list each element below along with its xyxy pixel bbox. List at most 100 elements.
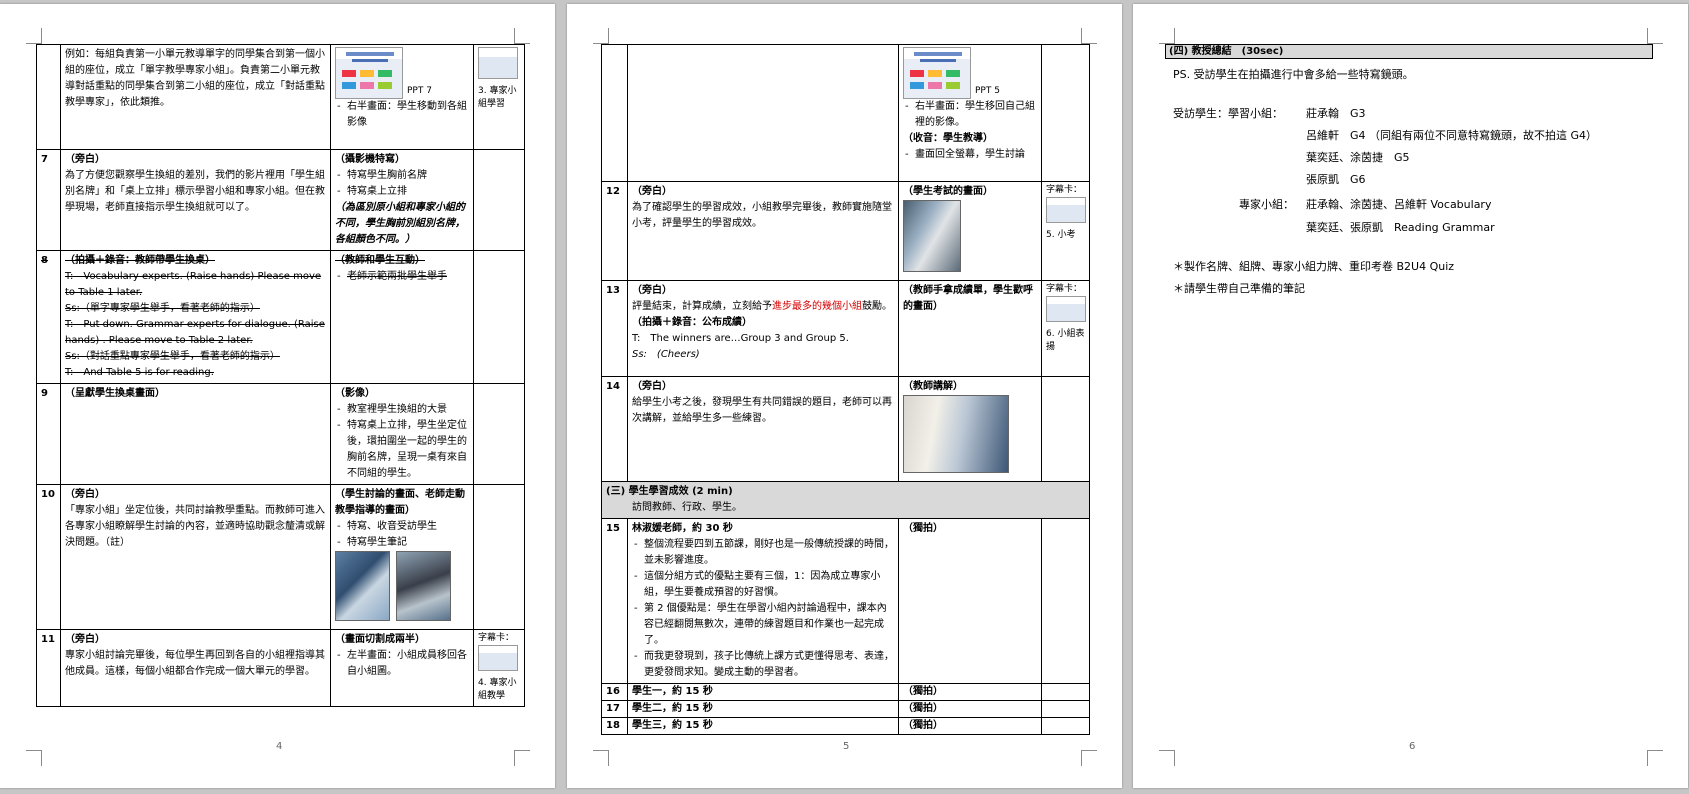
narration-text: 「專家小組」坐定位後，共同討論教學重點。而教師可進入各專家小組瞭解學生討論的內容… <box>65 505 325 548</box>
table-row: 15 林淑媛老師，約 30 秒 整個流程要四到五節課，剛好也是一般傳統授課的時間… <box>601 518 1090 684</box>
row-number <box>601 44 628 182</box>
row-number: 8 <box>36 250 61 384</box>
table-row: 16 學生一，約 15 秒 （獨拍） <box>601 683 1090 701</box>
table-row: 13 （旁白） 評量結束，計算成績，立刻給予進步最多的幾個小組鼓勵。 （拍攝＋錄… <box>601 280 1090 377</box>
table-row: 12 （旁白） 為了確認學生的學習成效，小組教學完畢後，教師實施隨堂小考，評量學… <box>601 181 1090 281</box>
side-cell <box>1041 518 1090 684</box>
side-cell: 字幕卡： 5. 小考 <box>1041 181 1090 281</box>
side-caption: 6. 小組表揚 <box>1046 329 1085 352</box>
media-item: 教室裡學生換組的大景 <box>337 402 469 418</box>
page-6: (四) 教授總結 (30sec) PS. 受訪學生在拍攝進行中會多給一些特寫鏡頭… <box>1133 4 1688 788</box>
teacher-photo <box>903 395 1009 473</box>
media-heading: （教師講解） <box>903 381 963 392</box>
narration-cell: （旁白） 為了方便您觀察學生換組的差別，我們的影片裡用「學生組別名牌」和「桌上立… <box>60 149 331 251</box>
media-heading: （收音：學生教導） <box>903 133 993 144</box>
caption-card-thumbnail <box>1046 296 1086 322</box>
dialogue-line: T: The winners are…Group 3 and Group 5. <box>632 333 849 344</box>
crop-mark <box>1159 28 1175 44</box>
media-heading: （獨拍） <box>903 523 943 534</box>
media-item: 畫面回全螢幕，學生討論 <box>905 147 1037 163</box>
narration-text: 專家小組討論完畢後，每位學生再回到各自的小組裡指導其他成員。這樣，每個小組都合作… <box>65 650 325 677</box>
interview-point: 第 2 個優點是：學生在學習小組內討論過程中，課本內容已經翻閱無數次，連帶的練習… <box>634 601 894 649</box>
media-cell: （畫面切割成兩半） 左半畫面：小組成員移回各自小組圖。 <box>330 629 474 707</box>
media-cell: （攝影機特寫） 特寫學生胸前名牌 特寫桌上立排 （為區別原小組和專家小組的不同，… <box>330 149 474 251</box>
interviewee-line: 莊承翰 G3 <box>1306 107 1366 120</box>
narration-cell: （呈獻學生換桌畫面） <box>60 383 331 485</box>
table-row: 9 （呈獻學生換桌畫面） （影像） 教室裡學生換組的大景 特寫桌上立排，學生坐定… <box>36 383 525 485</box>
row-number <box>36 44 61 150</box>
media-cell: （教師和學生互動） 老師示範兩批學生舉手 <box>330 250 474 384</box>
narration-heading: 學生一，約 15 秒 <box>627 683 899 701</box>
table-row: 14 （旁白） 給學生小考之後，發現學生有共同錯誤的題目，老師可以再次講解，並給… <box>601 376 1090 482</box>
section-subtitle: 訪問教師、行政、學生。 <box>632 502 742 513</box>
narration-cell: （旁白） 「專家小組」坐定位後，共同討論教學重點。而教師可進入各專家小組瞭解學生… <box>60 484 331 630</box>
media-heading: （獨拍） <box>898 683 1042 701</box>
side-cell <box>1041 44 1090 182</box>
section-title: (三) 學生學習成效 (2 min) <box>606 486 733 497</box>
narration-cell: 林淑媛老師，約 30 秒 整個流程要四到五節課，剛好也是一般傳統授課的時間，並未… <box>627 518 899 684</box>
script-table: 例如：每組負責第一小單元教導單字的同學集合到第一個小組的座位，成立「單字教學專家… <box>36 44 525 707</box>
caption-card-thumbnail <box>1046 197 1086 223</box>
study-group-label: 受訪學生：學習小組： <box>1173 107 1283 120</box>
side-caption: 3. 專家小組學習 <box>478 86 517 109</box>
page-number: 6 <box>1409 741 1416 752</box>
side-cell: 3. 專家小組學習 <box>473 44 525 150</box>
narration-heading: （旁白） <box>632 186 672 197</box>
media-heading: （學生考試的畫面） <box>903 186 993 197</box>
crop-mark <box>26 750 42 766</box>
narration-text: 例如：每組負責第一小單元教導單字的同學集合到第一個小組的座位，成立「單字教學專家… <box>65 49 325 108</box>
media-cell: （教師講解） <box>898 376 1042 482</box>
crop-mark <box>1081 750 1097 766</box>
crop-mark <box>1647 750 1663 766</box>
side-caption: 5. 小考 <box>1046 230 1076 240</box>
media-item: 特寫桌上立排 <box>337 184 469 200</box>
narration-cell: （旁白） 給學生小考之後，發現學生有共同錯誤的題目，老師可以再次講解，並給學生多… <box>627 376 899 482</box>
table-row: PPT 5 右半畫面：學生移回自己組裡的影像。 （收音：學生教導） 畫面回全螢幕… <box>601 44 1090 182</box>
side-cell: 字幕卡： 6. 小組表揚 <box>1041 280 1090 377</box>
crop-mark <box>593 28 609 44</box>
media-item: 特寫、收音受訪學生 <box>337 519 469 535</box>
interviewee-line: 呂維軒 G4 （同組有兩位不同意特寫鏡頭，故不拍這 G4） <box>1306 129 1598 142</box>
interview-point: 而我更發現到，孩子比傳統上課方式更懂得思考、表達，更愛發問求知。變成主動的學習者… <box>634 649 894 681</box>
interview-point: 這個分組方式的優點主要有三個，1：因為成立專家小組，學生要養成預習的好習慣。 <box>634 569 894 601</box>
narration-heading: 學生三，約 15 秒 <box>627 717 899 735</box>
media-heading: （教師和學生互動） <box>335 255 425 266</box>
narration-cell: （旁白） 評量結束，計算成績，立刻給予進步最多的幾個小組鼓勵。 （拍攝＋錄音：公… <box>627 280 899 377</box>
row-number: 12 <box>601 181 628 281</box>
row-number: 13 <box>601 280 628 377</box>
row-number: 15 <box>601 518 628 684</box>
row-number: 16 <box>601 683 628 701</box>
narration-heading: （呈獻學生換桌畫面） <box>65 388 165 399</box>
table-row: (三) 學生學習成效 (2 min) 訪問教師、行政、學生。 <box>601 481 1090 519</box>
interviewee-line: 莊承翰、涂茵捷、呂維軒 Vocabulary <box>1306 198 1492 211</box>
row-number: 10 <box>36 484 61 630</box>
table-row: 7 （旁白） 為了方便您觀察學生換組的差別，我們的影片裡用「學生組別名牌」和「桌… <box>36 149 525 251</box>
narration-heading: 林淑媛老師，約 30 秒 <box>632 523 733 534</box>
caption-card-label: 字幕卡： <box>1046 185 1083 195</box>
narration-heading: （拍攝＋錄音：教師帶學生換桌） <box>65 255 215 266</box>
narration-heading: 學生二，約 15 秒 <box>627 700 899 718</box>
ppt-label: PPT 5 <box>975 86 1000 96</box>
quiz-photo <box>903 200 961 272</box>
interview-point: 整個流程要四到五節課，剛好也是一般傳統授課的時間，並未影響進度。 <box>634 537 894 569</box>
narration-heading: （旁白） <box>65 154 105 165</box>
media-note: （為區別原小組和專家小組的不同，學生胸前別組別名牌，各組顏色不同。） <box>335 202 465 245</box>
page-5: PPT 5 右半畫面：學生移回自己組裡的影像。 （收音：學生教導） 畫面回全螢幕… <box>567 4 1122 788</box>
side-caption: 4. 專家小組教學 <box>478 678 517 701</box>
narration-heading: （旁白） <box>65 634 105 645</box>
ppt-slide-thumbnail <box>903 47 971 99</box>
interviewee-line: 張原凱 G6 <box>1306 173 1366 186</box>
side-cell <box>1041 683 1090 701</box>
narration-text: 為了確認學生的學習成效，小組教學完畢後，教師實施隨堂小考，評量學生的學習成效。 <box>632 202 892 229</box>
crop-mark <box>26 28 42 44</box>
narration-cell: （拍攝＋錄音：教師帶學生換桌） T: Vocabulary experts. (… <box>60 250 331 384</box>
dialogue-line: T: Vocabulary experts. (Raise hands) Ple… <box>65 271 322 298</box>
media-item: 特寫學生筆記 <box>337 535 469 551</box>
media-cell: PPT 5 右半畫面：學生移回自己組裡的影像。 （收音：學生教導） 畫面回全螢幕… <box>898 44 1042 182</box>
caption-card-label: 字幕卡： <box>478 633 515 643</box>
crop-mark <box>1081 28 1097 44</box>
media-heading: （學生討論的畫面、老師走動教學指導的畫面） <box>335 489 465 516</box>
table-row: 10 （旁白） 「專家小組」坐定位後，共同討論教學重點。而教師可進入各專家小組瞭… <box>36 484 525 630</box>
crop-mark <box>1647 28 1663 44</box>
media-cell: （影像） 教室裡學生換組的大景 特寫桌上立排，學生坐定位後，環拍圍坐一起的學生的… <box>330 383 474 485</box>
